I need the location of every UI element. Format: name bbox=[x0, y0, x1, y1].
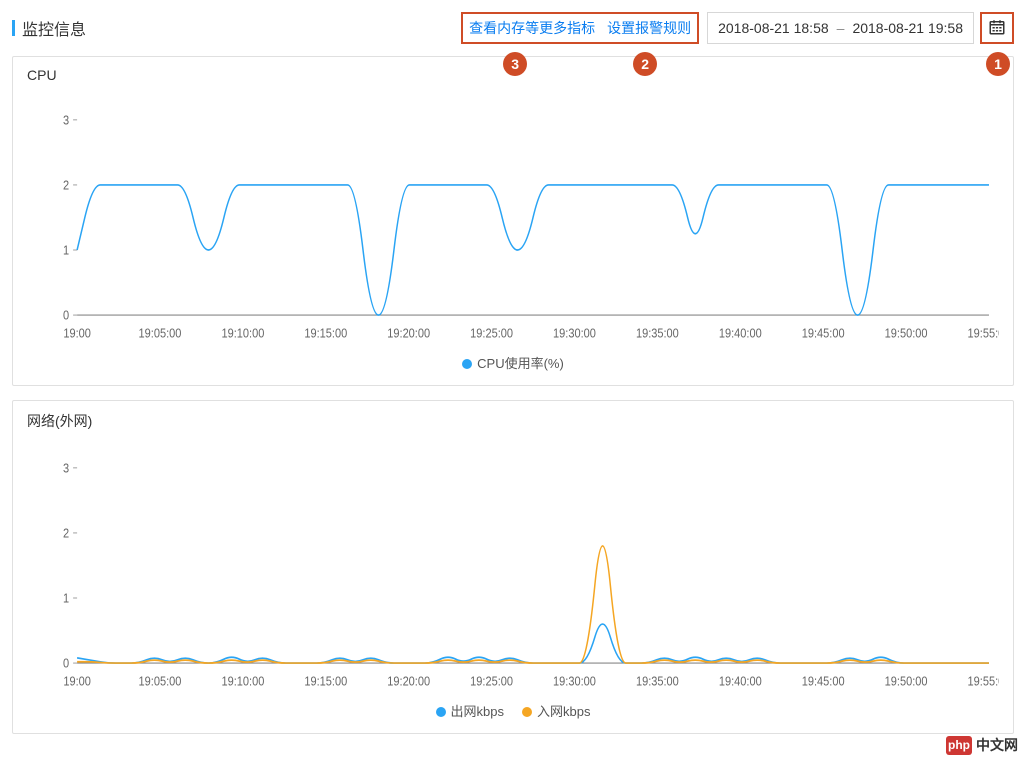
link-alarm-rules[interactable]: 设置报警规则 bbox=[601, 14, 697, 42]
svg-text:19:20:00: 19:20:00 bbox=[387, 327, 430, 341]
svg-text:19:15:00: 19:15:00 bbox=[304, 327, 347, 341]
svg-text:0: 0 bbox=[63, 309, 70, 323]
watermark-badge: php bbox=[946, 736, 972, 755]
cpu-chart: 0 1 2 3 19:00 19:05:00 19:10:00 19:15:00 19:20:0… bbox=[27, 89, 999, 349]
legend-dot-icon bbox=[462, 359, 472, 369]
svg-text:19:00: 19:00 bbox=[63, 675, 91, 689]
annotation-badge-2: 2 bbox=[633, 52, 657, 76]
watermark-text: 中文网 bbox=[976, 735, 1018, 755]
svg-text:2: 2 bbox=[63, 527, 69, 541]
title-text: 监控信息 bbox=[22, 16, 86, 40]
svg-text:19:10:00: 19:10:00 bbox=[221, 675, 264, 689]
svg-text:19:05:00: 19:05:00 bbox=[139, 327, 182, 341]
svg-text:19:55:00: 19:55:00 bbox=[968, 327, 999, 341]
svg-text:19:35:00: 19:35:00 bbox=[636, 327, 679, 341]
svg-text:2: 2 bbox=[63, 179, 69, 193]
svg-text:19:30:00: 19:30:00 bbox=[553, 675, 596, 689]
cpu-legend-item: CPU使用率(%) bbox=[462, 353, 564, 372]
svg-text:19:25:00: 19:25:00 bbox=[470, 327, 513, 341]
title-accent bbox=[12, 20, 15, 36]
legend-dot-icon bbox=[436, 707, 446, 717]
date-end: 2018-08-21 19:58 bbox=[852, 20, 963, 36]
svg-text:1: 1 bbox=[63, 592, 69, 606]
svg-text:19:30:00: 19:30:00 bbox=[553, 327, 596, 341]
watermark: php 中文网 bbox=[946, 735, 1018, 755]
header: 监控信息 查看内存等更多指标 设置报警规则 3 2 2018-08-21 18:… bbox=[12, 10, 1014, 46]
svg-text:1: 1 bbox=[63, 244, 69, 258]
annotation-badge-1: 1 bbox=[986, 52, 1010, 76]
network-panel: 网络(外网) 0 1 2 3 19:00 19:05:00 19:10:00 19:15:00… bbox=[12, 400, 1014, 734]
date-range-picker[interactable]: 2018-08-21 18:58 – 2018-08-21 19:58 bbox=[707, 12, 974, 44]
svg-text:19:45:00: 19:45:00 bbox=[802, 675, 845, 689]
net-legend-in: 入网kbps bbox=[522, 701, 590, 720]
svg-text:19:45:00: 19:45:00 bbox=[802, 327, 845, 341]
cpu-legend: CPU使用率(%) bbox=[27, 349, 999, 375]
header-links-box: 查看内存等更多指标 设置报警规则 3 2 bbox=[461, 12, 699, 44]
svg-text:19:20:00: 19:20:00 bbox=[387, 675, 430, 689]
page-title: 监控信息 bbox=[12, 16, 86, 40]
svg-text:19:10:00: 19:10:00 bbox=[221, 327, 264, 341]
link-more-metrics[interactable]: 查看内存等更多指标 bbox=[463, 14, 601, 42]
legend-dot-icon bbox=[522, 707, 532, 717]
svg-text:3: 3 bbox=[63, 462, 70, 476]
svg-text:19:50:00: 19:50:00 bbox=[885, 675, 928, 689]
date-sep: – bbox=[837, 20, 845, 36]
network-panel-title: 网络(外网) bbox=[27, 411, 999, 431]
svg-text:19:00: 19:00 bbox=[63, 327, 91, 341]
annotation-badge-3: 3 bbox=[503, 52, 527, 76]
svg-text:19:15:00: 19:15:00 bbox=[304, 675, 347, 689]
svg-text:19:40:00: 19:40:00 bbox=[719, 327, 762, 341]
network-legend: 出网kbps 入网kbps bbox=[27, 697, 999, 723]
cpu-panel: CPU 012319:0019:05:0019:10:0019:15:0019:… bbox=[12, 56, 1014, 386]
svg-text:19:50:00: 19:50:00 bbox=[885, 327, 928, 341]
network-chart: 0 1 2 3 19:00 19:05:00 19:10:00 19:15:00 19:20:0… bbox=[27, 437, 999, 697]
svg-text:19:35:00: 19:35:00 bbox=[636, 675, 679, 689]
svg-text:0: 0 bbox=[63, 657, 70, 671]
date-start: 2018-08-21 18:58 bbox=[718, 20, 829, 36]
svg-text:19:25:00: 19:25:00 bbox=[470, 675, 513, 689]
calendar-button[interactable]: 1 bbox=[980, 12, 1014, 44]
calendar-icon bbox=[988, 18, 1006, 39]
svg-text:19:55:00: 19:55:00 bbox=[968, 675, 999, 689]
svg-text:3: 3 bbox=[63, 114, 70, 128]
net-legend-out: 出网kbps bbox=[436, 701, 504, 720]
svg-text:19:05:00: 19:05:00 bbox=[139, 675, 182, 689]
svg-text:19:40:00: 19:40:00 bbox=[719, 675, 762, 689]
